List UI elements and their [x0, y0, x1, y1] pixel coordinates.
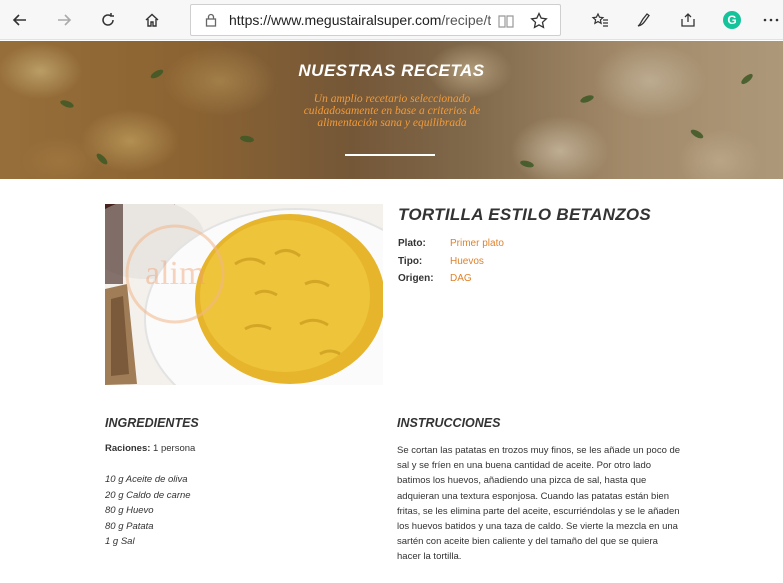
instructions-text: Se cortan las patatas en trozos muy fino…: [397, 445, 681, 563]
profile-avatar-icon[interactable]: G: [718, 6, 746, 34]
favorites-icon[interactable]: [586, 6, 614, 34]
url-text[interactable]: https://www.megustairalsuper.com/recipe/…: [229, 12, 491, 28]
ingredient-item: 10 g Aceite de oliva: [105, 474, 188, 485]
recipe-photo: alim: [105, 204, 383, 385]
browser-toolbar: https://www.megustairalsuper.com/recipe/…: [0, 0, 783, 40]
ingredient-item: 20 g Caldo de carne: [105, 489, 191, 501]
address-bar[interactable]: https://www.megustairalsuper.com/recipe/…: [190, 4, 561, 36]
reading-view-icon[interactable]: [497, 12, 515, 30]
portions-value: 1 persona: [153, 443, 196, 454]
instructions-heading: INSTRUCCIONES: [397, 416, 501, 430]
back-icon[interactable]: [6, 6, 34, 34]
ingredient-item: 80 g Patata: [105, 520, 154, 532]
meta-value-link[interactable]: DAG: [450, 273, 472, 284]
meta-value-link[interactable]: Huevos: [450, 256, 484, 267]
portions-label: Raciones:: [105, 443, 151, 454]
hero-banner: NUESTRAS RECETAS Un amplio recetario sel…: [0, 41, 783, 179]
photo-watermark: alim: [145, 255, 205, 292]
meta-label: Tipo:: [398, 256, 423, 267]
more-menu-icon[interactable]: [760, 6, 782, 34]
meta-value-link[interactable]: Primer plato: [450, 238, 504, 249]
ingredients-heading: INGREDIENTES: [105, 416, 199, 430]
ingredient-item: 80 g Huevo: [105, 505, 154, 516]
lock-icon: [205, 13, 217, 27]
home-icon[interactable]: [138, 6, 166, 34]
meta-label: Origen:: [398, 273, 434, 284]
ingredient-item: 1 g Sal: [105, 536, 135, 547]
recipe-title: TORTILLA ESTILO BETANZOS: [398, 205, 652, 224]
hero-divider: [345, 154, 435, 156]
forward-icon[interactable]: [50, 6, 78, 34]
meta-label: Plato:: [398, 238, 426, 249]
share-icon[interactable]: [674, 6, 702, 34]
hero-title: NUESTRAS RECETAS: [298, 61, 485, 80]
refresh-icon[interactable]: [94, 6, 122, 34]
portions: Raciones: 1 persona: [105, 443, 195, 454]
hero-subtitle: Un amplio recetario seleccionado cuidado…: [303, 93, 481, 129]
favorite-star-icon[interactable]: [529, 11, 549, 31]
ingredients-list: 10 g Aceite de oliva 20 g Caldo de carne…: [105, 472, 191, 550]
notes-pen-icon[interactable]: [630, 6, 658, 34]
